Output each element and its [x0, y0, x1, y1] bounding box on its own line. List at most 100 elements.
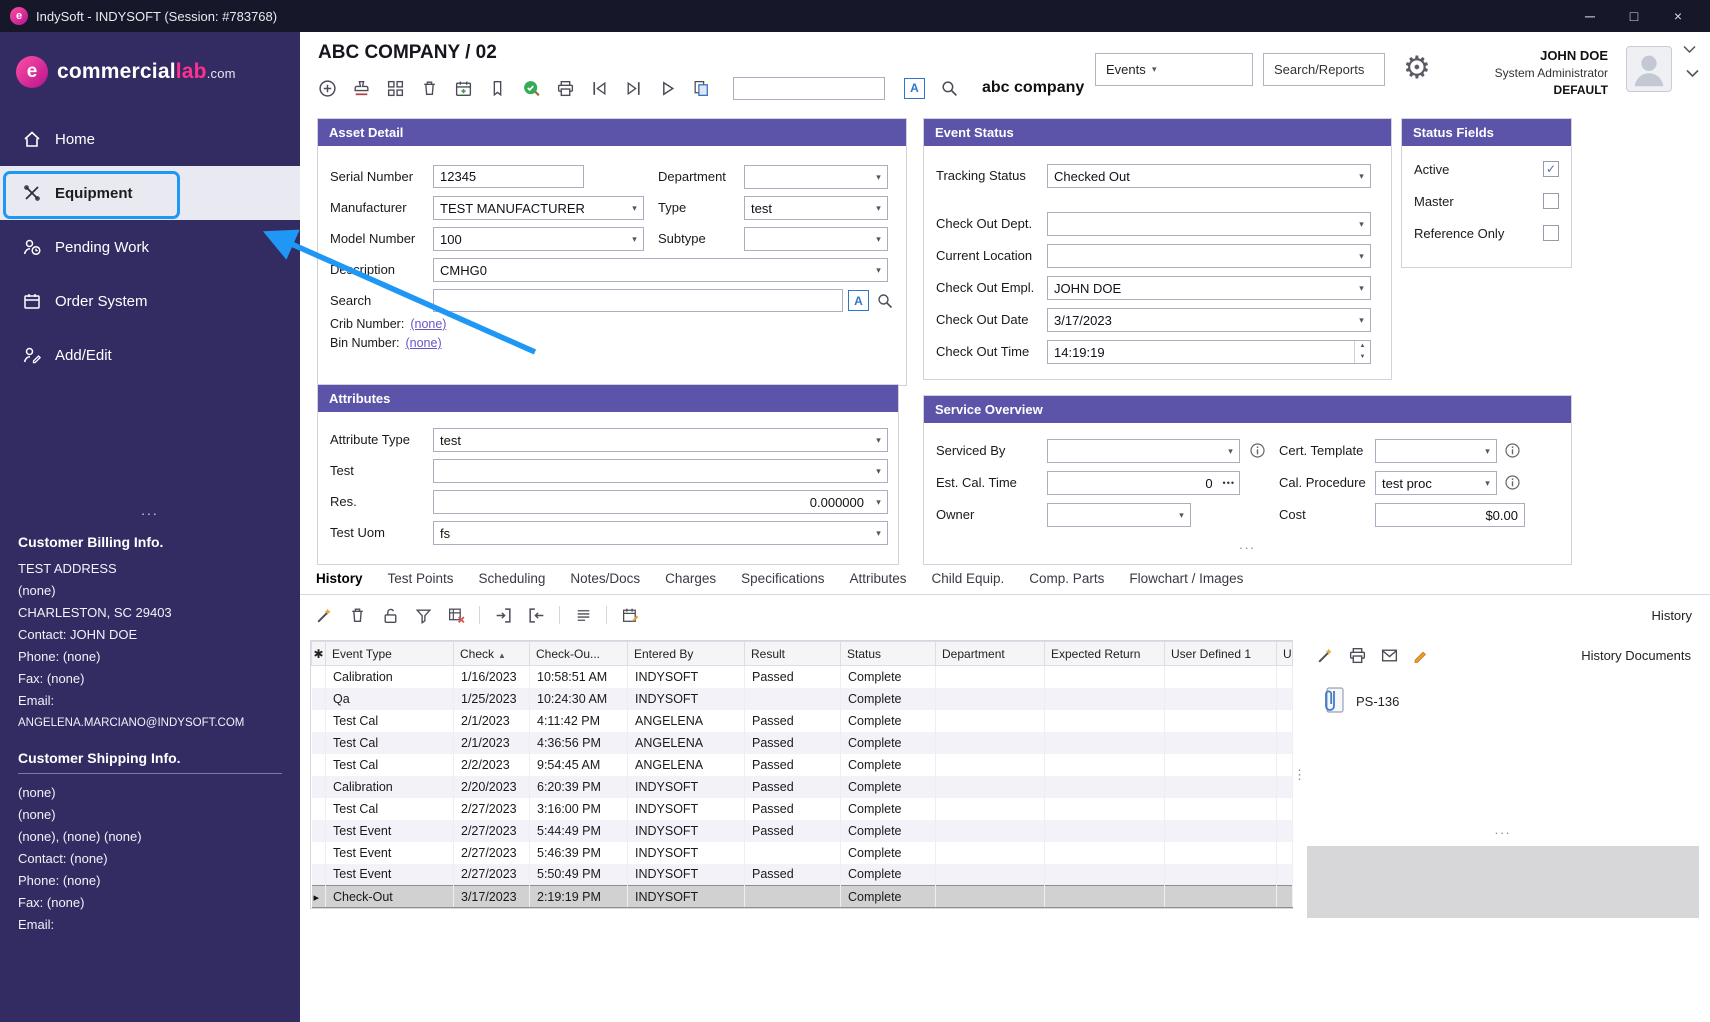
auto-doc-icon[interactable]	[1315, 645, 1335, 665]
document-item[interactable]: PS-136	[1321, 686, 1399, 716]
tab[interactable]: Test Points	[388, 571, 454, 594]
check-in-icon[interactable]	[493, 605, 513, 625]
auto-search-button[interactable]: A	[848, 290, 869, 311]
checkout-employee-select[interactable]: JOHN DOE▾	[1047, 276, 1371, 300]
col-header-status[interactable]: Status	[841, 642, 936, 666]
sidebar-item-equipment[interactable]: Equipment	[0, 166, 300, 220]
attribute-type-select[interactable]: test▾	[433, 428, 888, 452]
search-icon[interactable]	[939, 78, 959, 98]
delete-icon[interactable]	[419, 78, 439, 98]
col-header-event-type[interactable]: Event Type	[326, 642, 454, 666]
bin-number-link[interactable]: (none)	[405, 336, 441, 350]
status-check-icon[interactable]	[521, 78, 541, 98]
remove-grid-icon[interactable]	[446, 605, 466, 625]
cert-template-select[interactable]: ▾	[1375, 439, 1497, 463]
tab[interactable]: Attributes	[849, 571, 906, 594]
col-header-result[interactable]: Result	[745, 642, 841, 666]
table-row[interactable]: Check-Out 3/17/2023 2:19:19 PM INDYSOFT …	[312, 886, 1293, 908]
cal-procedure-select[interactable]: test proc▾	[1375, 471, 1497, 495]
col-header-user-defined-2[interactable]: Us...	[1277, 642, 1293, 666]
service-overview-more-button[interactable]: ...	[924, 537, 1571, 552]
auto-event-icon[interactable]	[314, 605, 334, 625]
sidebar-item-pending-work[interactable]: Pending Work	[0, 220, 300, 274]
details-icon[interactable]	[573, 605, 593, 625]
test-select[interactable]: ▾	[433, 459, 888, 483]
sidebar-item-home[interactable]: Home	[0, 112, 300, 166]
test-uom-select[interactable]: fs▾	[433, 521, 888, 545]
auto-search-button[interactable]: A	[904, 78, 925, 99]
quick-search-input[interactable]	[733, 77, 885, 100]
table-row[interactable]: Test Event 2/27/2023 5:46:39 PM INDYSOFT…	[312, 842, 1293, 864]
serviced-by-select[interactable]: ▾	[1047, 439, 1240, 463]
more-options-button[interactable]: •••	[1219, 478, 1239, 488]
checkout-dept-select[interactable]: ▾	[1047, 212, 1371, 236]
subtype-select[interactable]: ▾	[744, 227, 888, 251]
table-row[interactable]: Test Cal 2/1/2023 4:11:42 PM ANGELENA Pa…	[312, 710, 1293, 732]
events-dropdown[interactable]: Events ▾	[1095, 53, 1253, 86]
sidebar-item-add-edit[interactable]: Add/Edit	[0, 328, 300, 382]
table-row[interactable]: Test Cal 2/27/2023 3:16:00 PM INDYSOFT P…	[312, 798, 1293, 820]
table-row[interactable]: Test Cal 2/1/2023 4:36:56 PM ANGELENA Pa…	[312, 732, 1293, 754]
schedule-icon[interactable]	[453, 78, 473, 98]
crib-number-link[interactable]: (none)	[410, 317, 446, 331]
table-row[interactable]: Calibration 1/16/2023 10:58:51 AM INDYSO…	[312, 666, 1293, 688]
checkbox[interactable]	[1543, 193, 1559, 209]
tab[interactable]: Notes/Docs	[570, 571, 640, 594]
last-record-icon[interactable]	[623, 78, 643, 98]
check-out-icon[interactable]	[526, 605, 546, 625]
serial-number-input[interactable]	[433, 165, 584, 188]
tab[interactable]: Flowchart / Images	[1129, 571, 1243, 594]
maximize-icon[interactable]: □	[1612, 0, 1656, 32]
search-reports-box[interactable]: Search/Reports	[1263, 53, 1385, 86]
res-select[interactable]: 0.000000▾	[433, 490, 888, 514]
table-row[interactable]: Calibration 2/20/2023 6:20:39 PM INDYSOF…	[312, 776, 1293, 798]
first-record-icon[interactable]	[589, 78, 609, 98]
table-row[interactable]: Test Event 2/27/2023 5:44:49 PM INDYSOFT…	[312, 820, 1293, 842]
certify-stamp-icon[interactable]	[351, 78, 371, 98]
print-icon[interactable]	[555, 78, 575, 98]
checkbox[interactable]	[1543, 225, 1559, 241]
type-select[interactable]: test▾	[744, 196, 888, 220]
model-number-select[interactable]: 100▾	[433, 227, 644, 251]
current-location-select[interactable]: ▾	[1047, 244, 1371, 268]
asset-search-input[interactable]	[433, 289, 843, 312]
run-icon[interactable]	[657, 78, 677, 98]
table-row[interactable]: Test Event 2/27/2023 5:50:49 PM INDYSOFT…	[312, 864, 1293, 886]
col-header-expected-return[interactable]: Expected Return	[1045, 642, 1165, 666]
search-icon[interactable]	[876, 292, 894, 313]
unlock-icon[interactable]	[380, 605, 400, 625]
filter-icon[interactable]	[413, 605, 433, 625]
sidebar-item-order-system[interactable]: Order System	[0, 274, 300, 328]
schedule-edit-icon[interactable]	[620, 605, 640, 625]
col-header-entered-by[interactable]: Entered By	[628, 642, 745, 666]
spinner-buttons[interactable]: ▲▼	[1354, 341, 1370, 363]
grid-resize-handle[interactable]: ⋮	[1293, 772, 1306, 777]
sidebar-more-button[interactable]: ...	[18, 502, 282, 518]
cost-input[interactable]: $0.00	[1375, 503, 1525, 527]
close-icon[interactable]: ×	[1656, 0, 1700, 32]
documents-more-button[interactable]: ...	[1307, 822, 1699, 837]
settings-gear-icon[interactable]: ⚙	[1403, 52, 1431, 83]
chevron-down-icon[interactable]	[1683, 42, 1696, 57]
col-header-check-date[interactable]: Check▲	[454, 642, 530, 666]
print-icon[interactable]	[1347, 645, 1367, 665]
manufacturer-select[interactable]: TEST MANUFACTURER▾	[433, 196, 644, 220]
grid-icon[interactable]	[385, 78, 405, 98]
tab[interactable]: History	[316, 571, 363, 594]
bookmark-icon[interactable]	[487, 78, 507, 98]
col-header-user-defined-1[interactable]: User Defined 1	[1165, 642, 1277, 666]
checkbox[interactable]	[1543, 161, 1559, 177]
owner-select[interactable]: ▾	[1047, 503, 1191, 527]
col-header-check-out-time[interactable]: Check-Ou...	[530, 642, 628, 666]
info-icon[interactable]	[1250, 443, 1265, 458]
checkout-date-select[interactable]: 3/17/2023▾	[1047, 308, 1371, 332]
table-row[interactable]: Qa 1/25/2023 10:24:30 AM INDYSOFT Comple…	[312, 688, 1293, 710]
email-icon[interactable]	[1379, 645, 1399, 665]
tab[interactable]: Child Equip.	[932, 571, 1005, 594]
est-cal-time-input[interactable]: 0•••	[1047, 471, 1240, 495]
minimize-icon[interactable]: ─	[1568, 0, 1612, 32]
department-select[interactable]: ▾	[744, 165, 888, 189]
tab[interactable]: Charges	[665, 571, 716, 594]
table-row[interactable]: Test Cal 2/2/2023 9:54:45 AM ANGELENA Pa…	[312, 754, 1293, 776]
tracking-status-select[interactable]: Checked Out▾	[1047, 164, 1371, 188]
